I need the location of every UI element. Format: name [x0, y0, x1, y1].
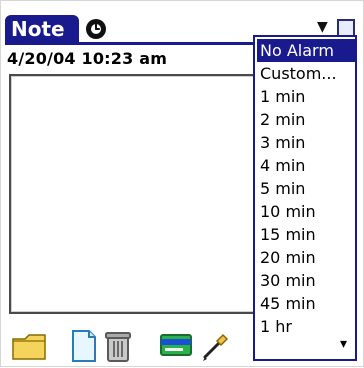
alarm-option-3-min[interactable]: 3 min: [257, 131, 355, 154]
chevron-down-icon[interactable]: ▼: [317, 19, 328, 35]
alarm-option-4-min[interactable]: 4 min: [257, 154, 355, 177]
alarm-option-15-min[interactable]: 15 min: [257, 223, 355, 246]
alarm-option-no-alarm[interactable]: No Alarm: [257, 39, 355, 62]
app-tab[interactable]: Note: [5, 15, 79, 43]
alarm-option-45-min[interactable]: 45 min: [257, 292, 355, 315]
alarm-option-20-min[interactable]: 20 min: [257, 246, 355, 269]
card-icon[interactable]: [159, 333, 193, 357]
alarm-clock-icon[interactable]: [85, 18, 107, 40]
alarm-option-5-min[interactable]: 5 min: [257, 177, 355, 200]
alarm-option-30-min[interactable]: 30 min: [257, 269, 355, 292]
folder-icon[interactable]: [11, 331, 47, 361]
alarm-dropdown-list[interactable]: No Alarm Custom... 1 min 2 min 3 min 4 m…: [253, 35, 357, 361]
palm-note-screen: Note ▼ 4/20/04 10:23 am No Alarm Custom.…: [0, 0, 364, 367]
trash-icon[interactable]: [104, 327, 132, 363]
alarm-option-10-min[interactable]: 10 min: [257, 200, 355, 223]
alarm-option-custom[interactable]: Custom...: [257, 62, 355, 85]
bottom-toolbar: [1, 321, 364, 368]
pen-tool-icon[interactable]: [199, 329, 233, 363]
note-timestamp: 4/20/04 10:23 am: [7, 49, 168, 68]
new-document-icon[interactable]: [69, 329, 99, 363]
tab-label: Note: [11, 17, 65, 41]
alarm-option-1-min[interactable]: 1 min: [257, 85, 355, 108]
alarm-option-2-min[interactable]: 2 min: [257, 108, 355, 131]
